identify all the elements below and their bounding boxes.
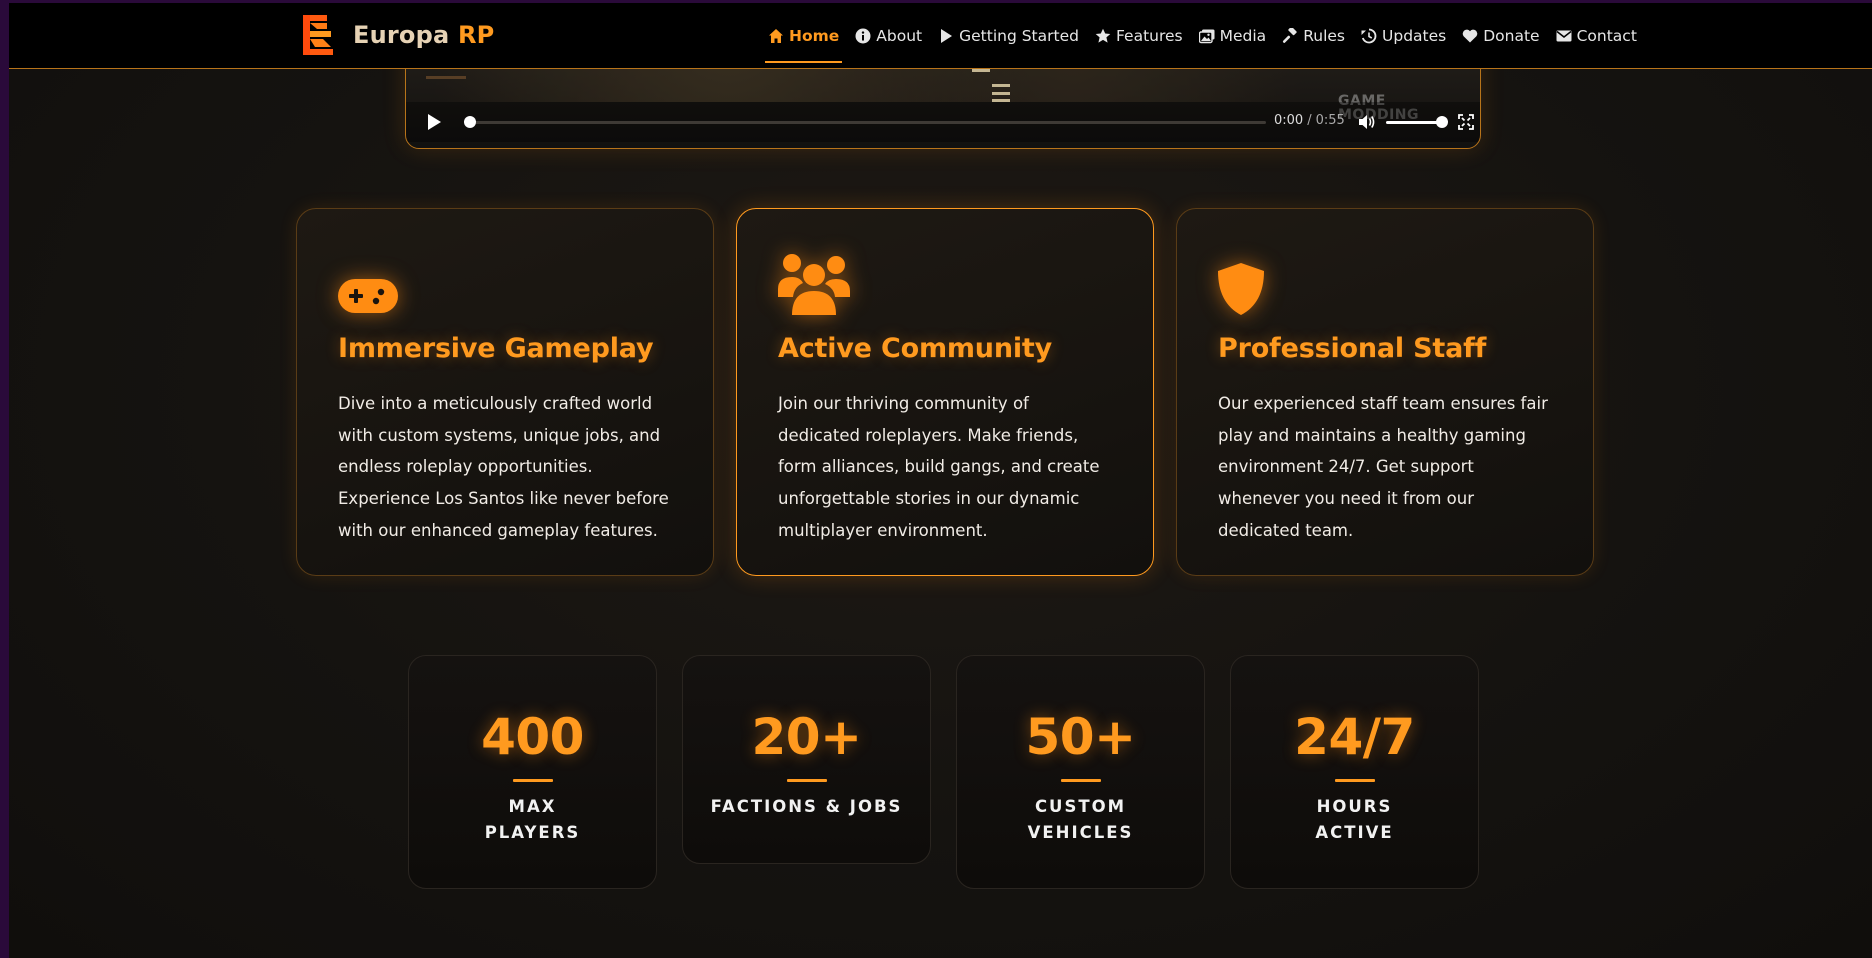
nav-media[interactable]: Media bbox=[1192, 19, 1274, 53]
nav-rules-label: Rules bbox=[1303, 27, 1346, 45]
page: Europa RP Home About Getting Started Fea… bbox=[9, 3, 1872, 958]
stat-label-line1: FACTIONS & JOBS bbox=[710, 797, 903, 816]
duration: 0:55 bbox=[1315, 113, 1345, 128]
brand-name-main: Europa bbox=[353, 21, 450, 49]
stat-label-line1: MAX bbox=[508, 797, 557, 816]
stat-value: 400 bbox=[481, 708, 584, 766]
stat-divider bbox=[1334, 779, 1375, 782]
stat-label-line2: PLAYERS bbox=[484, 823, 581, 842]
seek-knob[interactable] bbox=[464, 116, 476, 128]
nav-getting-started-label: Getting Started bbox=[959, 27, 1079, 45]
scene-sign bbox=[426, 76, 466, 79]
scene-light bbox=[972, 69, 990, 72]
stat-divider bbox=[1060, 779, 1101, 782]
stat-label-line2: ACTIVE bbox=[1315, 823, 1394, 842]
nav-donate[interactable]: Donate bbox=[1455, 19, 1546, 53]
stat-label-line1: CUSTOM bbox=[1034, 797, 1127, 816]
shield-icon bbox=[1218, 263, 1264, 315]
gamepad-icon bbox=[338, 279, 398, 313]
feature-title: Immersive Gameplay bbox=[338, 333, 654, 364]
brand-name: Europa RP bbox=[353, 21, 494, 49]
nav-features-label: Features bbox=[1115, 27, 1183, 45]
info-icon bbox=[855, 28, 871, 44]
feature-text: Our experienced staff team ensures fair … bbox=[1218, 394, 1548, 540]
europa-logo-icon bbox=[303, 15, 333, 55]
scene-light bbox=[992, 84, 1010, 87]
nav-updates[interactable]: Updates bbox=[1354, 19, 1453, 53]
video-controls: 0:00/0:55 bbox=[406, 102, 1480, 142]
nav-rules[interactable]: Rules bbox=[1275, 19, 1352, 53]
seek-bar[interactable] bbox=[464, 116, 1266, 128]
stat-divider bbox=[512, 779, 553, 782]
nav-getting-started[interactable]: Getting Started bbox=[931, 19, 1086, 53]
home-icon bbox=[769, 29, 783, 43]
scene-light bbox=[992, 92, 1010, 95]
stat-hours-active: 24/7 HOURS ACTIVE bbox=[1230, 655, 1479, 889]
stat-label: HOURS ACTIVE bbox=[1231, 794, 1478, 846]
card-icon-wrap bbox=[778, 251, 1113, 315]
images-icon bbox=[1198, 29, 1215, 44]
volume-icon[interactable] bbox=[1358, 114, 1376, 130]
heart-icon bbox=[1462, 29, 1478, 43]
nav-home-label: Home bbox=[789, 27, 840, 45]
star-icon bbox=[1095, 28, 1111, 43]
feature-title: Professional Staff bbox=[1218, 333, 1487, 364]
time-separator: / bbox=[1307, 113, 1312, 128]
stat-label-line1: HOURS bbox=[1316, 797, 1393, 816]
history-icon bbox=[1361, 28, 1377, 44]
card-icon-wrap bbox=[1218, 251, 1553, 315]
time-display: 0:00/0:55 bbox=[1274, 113, 1345, 128]
feature-text: Join our thriving community of dedicated… bbox=[778, 394, 1100, 540]
current-time: 0:00 bbox=[1274, 113, 1304, 128]
feature-card-active-community[interactable]: Active Community Join our thriving commu… bbox=[736, 208, 1154, 576]
volume-slider[interactable] bbox=[1386, 116, 1448, 128]
stat-label: FACTIONS & JOBS bbox=[683, 794, 930, 820]
card-icon-wrap bbox=[338, 251, 673, 315]
stat-label-line2: VEHICLES bbox=[1027, 823, 1134, 842]
play-icon bbox=[941, 29, 953, 43]
play-button-icon[interactable] bbox=[426, 113, 442, 131]
nav-about[interactable]: About bbox=[848, 19, 929, 53]
stat-custom-vehicles: 50+ CUSTOM VEHICLES bbox=[956, 655, 1205, 889]
nav-links: Home About Getting Started Features Medi… bbox=[761, 3, 1646, 69]
stat-value: 20+ bbox=[751, 708, 862, 766]
fullscreen-icon[interactable] bbox=[1458, 114, 1474, 130]
feature-card-immersive-gameplay[interactable]: Immersive Gameplay Dive into a meticulou… bbox=[296, 208, 714, 576]
nav-about-label: About bbox=[876, 27, 923, 45]
nav-contact-label: Contact bbox=[1576, 27, 1637, 45]
nav-donate-label: Donate bbox=[1483, 27, 1540, 45]
feature-card-professional-staff[interactable]: Professional Staff Our experienced staff… bbox=[1176, 208, 1594, 576]
nav-features[interactable]: Features bbox=[1088, 19, 1190, 53]
stat-label: CUSTOM VEHICLES bbox=[957, 794, 1204, 846]
nav-contact[interactable]: Contact bbox=[1549, 19, 1644, 53]
stat-factions-jobs: 20+ FACTIONS & JOBS bbox=[682, 655, 931, 864]
stat-label: MAX PLAYERS bbox=[409, 794, 656, 846]
users-icon bbox=[778, 254, 850, 315]
gavel-icon bbox=[1283, 28, 1297, 43]
nav-updates-label: Updates bbox=[1382, 27, 1447, 45]
volume-knob[interactable] bbox=[1436, 116, 1448, 128]
nav-home[interactable]: Home bbox=[761, 19, 846, 63]
navbar: Europa RP Home About Getting Started Fea… bbox=[9, 3, 1872, 69]
stat-divider bbox=[786, 779, 827, 782]
stat-max-players: 400 MAX PLAYERS bbox=[408, 655, 657, 889]
envelope-icon bbox=[1556, 30, 1572, 42]
feature-title: Active Community bbox=[778, 333, 1053, 364]
feature-text: Dive into a meticulously crafted world w… bbox=[338, 394, 669, 540]
brand[interactable]: Europa RP bbox=[301, 15, 494, 55]
brand-name-accent: RP bbox=[457, 21, 495, 49]
nav-media-label: Media bbox=[1219, 27, 1267, 45]
stat-value: 24/7 bbox=[1294, 708, 1415, 766]
stat-value: 50+ bbox=[1025, 708, 1136, 766]
